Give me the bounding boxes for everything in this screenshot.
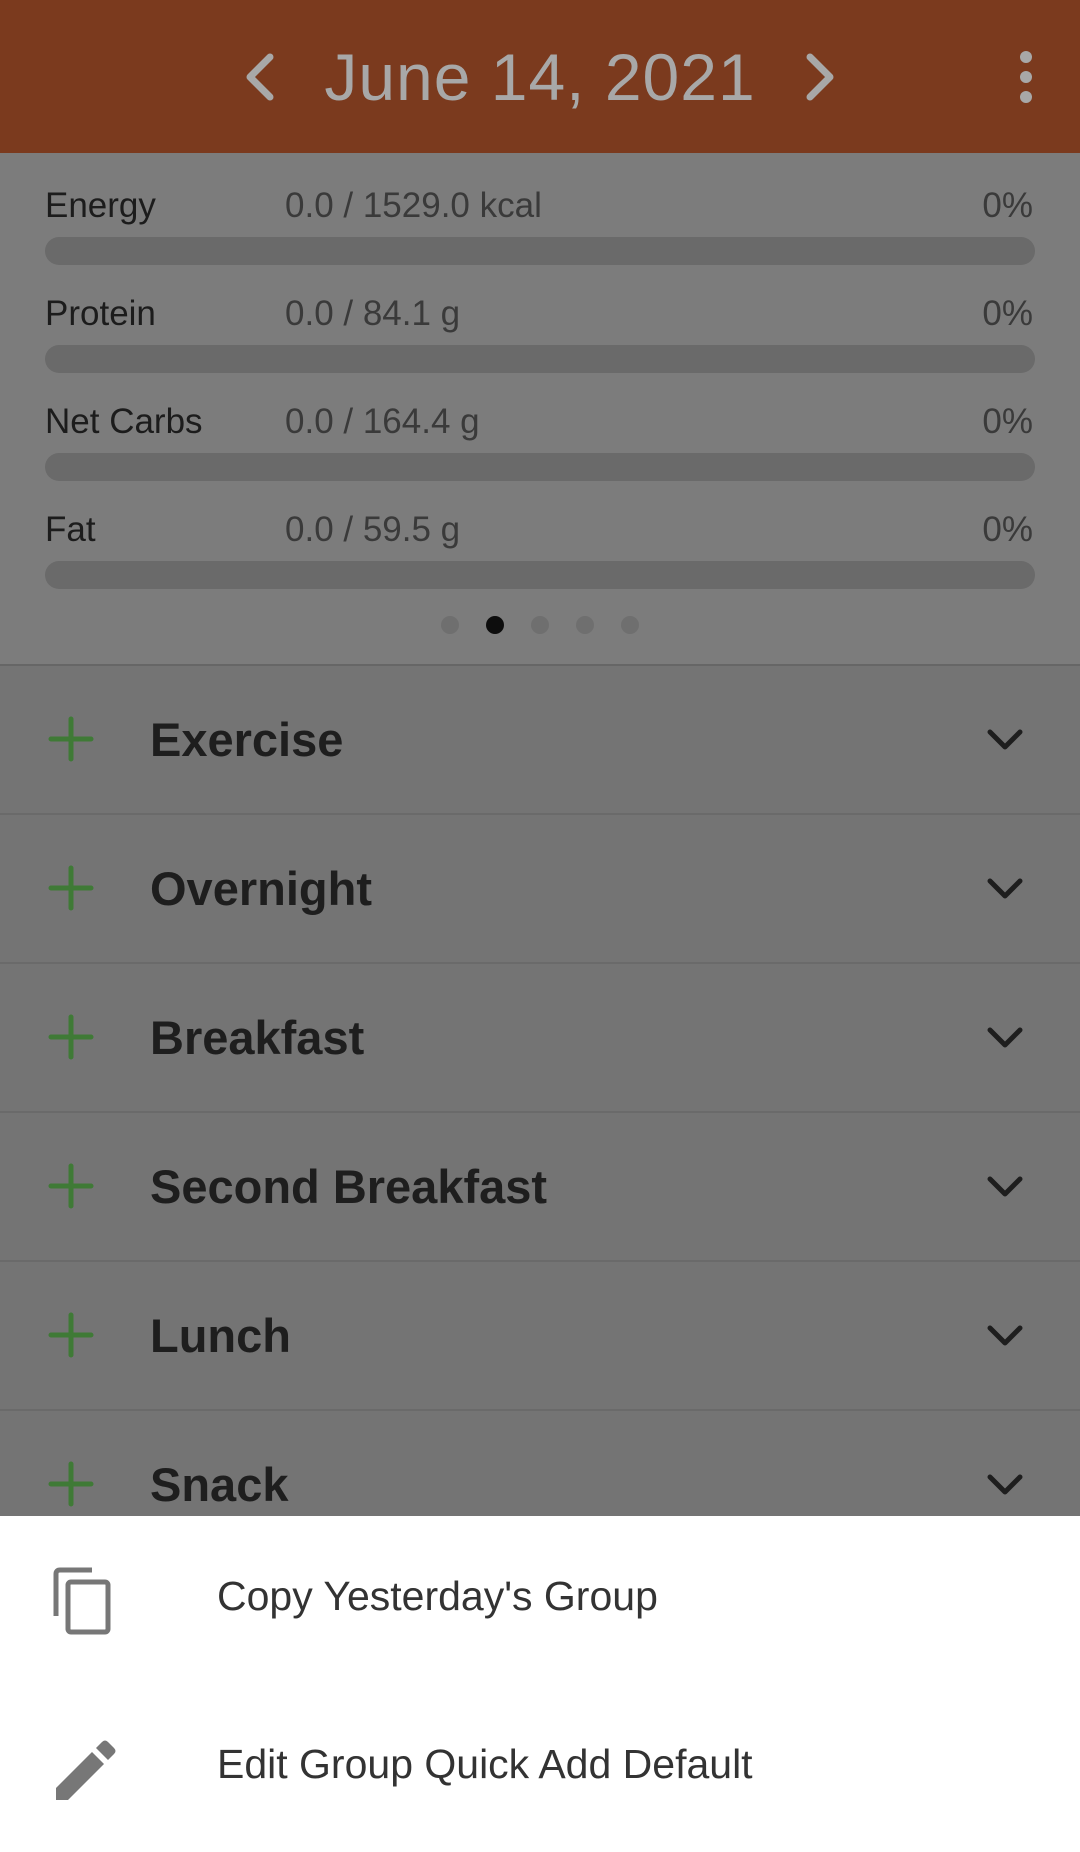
- group-row-breakfast[interactable]: Breakfast: [0, 964, 1080, 1113]
- group-row-exercise[interactable]: Exercise: [0, 666, 1080, 815]
- progress-bar: [45, 237, 1035, 265]
- copy-yesterdays-group-label: Copy Yesterday's Group: [217, 1573, 658, 1619]
- group-label: Breakfast: [150, 1011, 365, 1064]
- nutrient-amount: 0.0 / 59.5 g: [285, 510, 461, 549]
- nutrient-name: Fat: [45, 510, 96, 549]
- group-row-second-breakfast[interactable]: Second Breakfast: [0, 1113, 1080, 1262]
- nutrient-amount: 0.0 / 1529.0 kcal: [285, 186, 542, 225]
- add-icon[interactable]: [48, 1163, 94, 1209]
- group-label: Overnight: [150, 862, 372, 915]
- group-row-overnight[interactable]: Overnight: [0, 815, 1080, 964]
- page-dot[interactable]: [576, 616, 594, 634]
- bottom-sheet: Copy Yesterday's Group Edit Group Quick …: [0, 1516, 1080, 1852]
- group-label: Lunch: [150, 1309, 291, 1362]
- date-title[interactable]: June 14, 2021: [324, 39, 755, 115]
- chevron-down-icon[interactable]: [986, 1469, 1024, 1499]
- group-label: Exercise: [150, 713, 344, 766]
- nutrient-summary[interactable]: Energy 0.0 / 1529.0 kcal 0% Protein 0.0 …: [0, 153, 1080, 666]
- chevron-down-icon[interactable]: [986, 1171, 1024, 1201]
- page-dot-active[interactable]: [486, 616, 504, 634]
- meal-group-list: Exercise Overnight Breakfast Second Brea…: [0, 666, 1080, 1560]
- chevron-down-icon[interactable]: [986, 873, 1024, 903]
- nutrient-row-fat: Fat 0.0 / 59.5 g 0%: [45, 487, 1035, 595]
- chevron-down-icon[interactable]: [986, 1022, 1024, 1052]
- nutrient-percent: 0%: [982, 294, 1033, 333]
- add-icon[interactable]: [48, 1461, 94, 1507]
- nutrient-amount: 0.0 / 84.1 g: [285, 294, 461, 333]
- nutrient-name: Net Carbs: [45, 402, 203, 441]
- add-icon[interactable]: [48, 1014, 94, 1060]
- page-dot[interactable]: [441, 616, 459, 634]
- edit-group-quick-add-default-button[interactable]: Edit Group Quick Add Default: [0, 1684, 1080, 1852]
- nutrient-row-protein: Protein 0.0 / 84.1 g 0%: [45, 271, 1035, 379]
- progress-bar: [45, 453, 1035, 481]
- nutrient-row-energy: Energy 0.0 / 1529.0 kcal 0%: [45, 163, 1035, 271]
- pencil-icon: [56, 1740, 116, 1800]
- copy-icon: [53, 1567, 111, 1635]
- progress-bar: [45, 345, 1035, 373]
- nutrient-percent: 0%: [982, 186, 1033, 225]
- page-dot[interactable]: [531, 616, 549, 634]
- chevron-down-icon[interactable]: [986, 1320, 1024, 1350]
- chevron-left-icon[interactable]: [240, 47, 280, 107]
- app-bar: June 14, 2021: [0, 0, 1080, 153]
- chevron-down-icon[interactable]: [986, 724, 1024, 754]
- nutrient-amount: 0.0 / 164.4 g: [285, 402, 480, 441]
- group-label: Second Breakfast: [150, 1160, 548, 1213]
- add-icon[interactable]: [48, 716, 94, 762]
- edit-group-quick-add-default-label: Edit Group Quick Add Default: [217, 1741, 753, 1787]
- copy-yesterdays-group-button[interactable]: Copy Yesterday's Group: [0, 1516, 1080, 1684]
- chevron-right-icon[interactable]: [800, 47, 840, 107]
- progress-bar: [45, 561, 1035, 589]
- group-label: Snack: [150, 1458, 289, 1511]
- add-icon[interactable]: [48, 865, 94, 911]
- page-dot[interactable]: [621, 616, 639, 634]
- add-icon[interactable]: [48, 1312, 94, 1358]
- nutrient-percent: 0%: [982, 402, 1033, 441]
- more-vertical-icon[interactable]: [1016, 50, 1036, 104]
- group-row-lunch[interactable]: Lunch: [0, 1262, 1080, 1411]
- nutrient-name: Energy: [45, 186, 156, 225]
- page-indicator: [0, 610, 1080, 640]
- nutrient-percent: 0%: [982, 510, 1033, 549]
- nutrient-row-net-carbs: Net Carbs 0.0 / 164.4 g 0%: [45, 379, 1035, 487]
- nutrient-name: Protein: [45, 294, 156, 333]
